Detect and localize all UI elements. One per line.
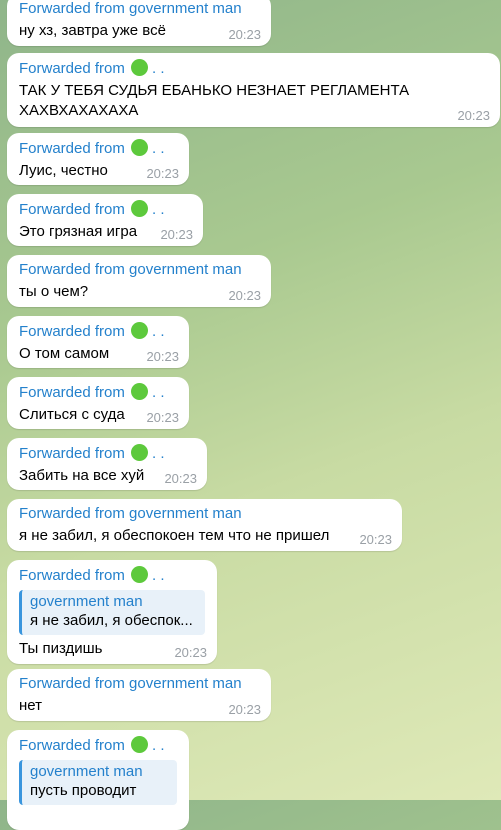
forwarded-label: Forwarded from [19, 445, 125, 462]
message-text: ТАК У ТЕБЯ СУДЬЯ ЕБАНЬКО НЕЗНАЕТ РЕГЛАМЕ… [19, 82, 410, 119]
green-circle-emoji-icon [131, 200, 149, 217]
forwarded-header[interactable]: Forwarded from government man [19, 675, 259, 692]
forwarded-from-name: . . [152, 323, 165, 340]
message-bubble[interactable]: Forwarded from government man ну хз, зав… [7, 0, 271, 46]
forwarded-label: Forwarded from [19, 505, 125, 522]
forwarded-header[interactable]: Forwarded from government man [19, 505, 390, 522]
forwarded-label: Forwarded from [19, 323, 125, 340]
forwarded-from-name: government man [129, 0, 242, 17]
message-bubble[interactable]: Forwarded from . . government man я не з… [7, 560, 217, 664]
message-time: 20:23 [160, 227, 193, 242]
forwarded-label: Forwarded from [19, 140, 125, 157]
message-time: 20:23 [146, 166, 179, 181]
message-text: ты о чем? [19, 283, 89, 300]
green-circle-emoji-icon [131, 59, 149, 76]
message-bubble[interactable]: Forwarded from government man нет 20:23 [7, 669, 271, 721]
forwarded-label: Forwarded from [19, 261, 125, 278]
forwarded-from-name: government man [129, 261, 242, 278]
message-bubble[interactable]: Forwarded from . . Это грязная игра 20:2… [7, 194, 203, 246]
message-time: 20:23 [228, 288, 261, 303]
forwarded-from-name: . . [152, 201, 165, 218]
forwarded-header[interactable]: Forwarded from . . [19, 139, 177, 157]
forwarded-header[interactable]: Forwarded from . . [19, 383, 177, 401]
forwarded-label: Forwarded from [19, 60, 125, 77]
reply-author: government man [30, 593, 143, 610]
forwarded-from-name: . . [152, 140, 165, 157]
message-bubble[interactable]: Forwarded from government man я не забил… [7, 499, 402, 551]
message-time: 20:23 [228, 702, 261, 717]
forwarded-label: Forwarded from [19, 675, 125, 692]
forwarded-from-name: . . [152, 445, 165, 462]
forwarded-from-name: . . [152, 737, 165, 754]
forwarded-label: Forwarded from [19, 567, 125, 584]
message-time: 20:23 [457, 108, 490, 123]
chat-messages-area[interactable]: Forwarded from government man ну хз, зав… [0, 0, 501, 830]
message-time: 20:23 [146, 410, 179, 425]
reply-quote[interactable]: government man пусть проводит [19, 760, 177, 805]
reply-text: я не забил, я обеспок... [30, 612, 193, 629]
message-bubble[interactable]: Forwarded from . . О том самом 20:23 [7, 316, 189, 368]
forwarded-header[interactable]: Forwarded from . . [19, 59, 488, 77]
forwarded-from-name: . . [152, 567, 165, 584]
forwarded-label: Forwarded from [19, 201, 125, 218]
reply-quote[interactable]: government man я не забил, я обеспок... [19, 590, 205, 635]
message-bubble[interactable]: Forwarded from . . Забить на все хуй 20:… [7, 438, 207, 490]
forwarded-header[interactable]: Forwarded from . . [19, 736, 177, 754]
message-bubble[interactable]: Forwarded from . . Слиться с суда 20:23 [7, 377, 189, 429]
forwarded-header[interactable]: Forwarded from government man [19, 0, 259, 17]
green-circle-emoji-icon [131, 139, 149, 156]
message-text: ну хз, завтра уже всё [19, 22, 166, 39]
forwarded-from-name: government man [129, 675, 242, 692]
green-circle-emoji-icon [131, 566, 149, 583]
forwarded-label: Forwarded from [19, 0, 125, 17]
forwarded-from-name: government man [129, 505, 242, 522]
message-bubble[interactable]: Forwarded from government man ты о чем? … [7, 255, 271, 307]
forwarded-header[interactable]: Forwarded from . . [19, 566, 205, 584]
reply-text: пусть проводит [30, 782, 137, 799]
message-bubble[interactable]: Forwarded from . . government man пусть … [7, 730, 189, 830]
forwarded-header[interactable]: Forwarded from . . [19, 444, 195, 462]
forwarded-header[interactable]: Forwarded from . . [19, 322, 177, 340]
reply-author: government man [30, 763, 143, 780]
message-time: 20:23 [146, 349, 179, 364]
forwarded-from-name: . . [152, 60, 165, 77]
message-bubble[interactable]: Forwarded from . . Луис, честно 20:23 [7, 133, 189, 185]
forwarded-from-name: . . [152, 384, 165, 401]
green-circle-emoji-icon [131, 322, 149, 339]
green-circle-emoji-icon [131, 736, 149, 753]
green-circle-emoji-icon [131, 383, 149, 400]
forwarded-header[interactable]: Forwarded from . . [19, 200, 191, 218]
message-text: я не забил, я обеспокоен тем что не приш… [19, 527, 330, 544]
forwarded-label: Forwarded from [19, 737, 125, 754]
message-time: 20:23 [359, 532, 392, 547]
message-time: 20:23 [228, 27, 261, 42]
forwarded-label: Forwarded from [19, 384, 125, 401]
message-bubble[interactable]: Forwarded from . . ТАК У ТЕБЯ СУДЬЯ ЕБАН… [7, 53, 500, 127]
green-circle-emoji-icon [131, 444, 149, 461]
message-time: 20:23 [174, 645, 207, 660]
message-text: нет [19, 697, 42, 714]
forwarded-header[interactable]: Forwarded from government man [19, 261, 259, 278]
message-time: 20:23 [164, 471, 197, 486]
